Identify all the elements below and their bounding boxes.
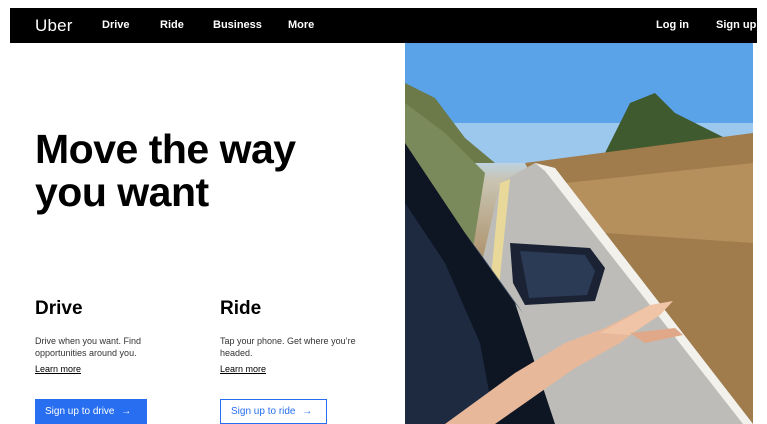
page: Uber Drive Ride Business More Log in Sig… <box>0 0 767 424</box>
hero-title-line-2: you want <box>35 169 209 215</box>
drive-heading: Drive <box>35 298 83 319</box>
arrow-right-icon: → <box>302 406 313 417</box>
nav-link-business[interactable]: Business <box>213 19 262 31</box>
signup-link[interactable]: Sign up <box>716 19 756 31</box>
drive-learn-more-link[interactable]: Learn more <box>35 363 81 375</box>
ride-heading: Ride <box>220 298 262 319</box>
sign-up-to-drive-button[interactable]: Sign up to drive → <box>35 399 147 424</box>
ride-description: Tap your phone. Get where you’re headed. <box>220 336 356 358</box>
hero-title: Move the way you want <box>35 128 365 214</box>
drive-description: Drive when you want. Find opportunities … <box>35 336 142 358</box>
arrow-right-icon: → <box>121 406 132 417</box>
nav-link-more[interactable]: More <box>288 19 314 31</box>
nav-link-ride[interactable]: Ride <box>160 19 184 31</box>
nav-link-drive[interactable]: Drive <box>102 19 130 31</box>
road-trip-illustration <box>405 43 753 424</box>
hero-title-line-1: Move the way <box>35 126 296 172</box>
top-nav: Uber Drive Ride Business More Log in Sig… <box>10 8 757 43</box>
sign-up-to-ride-button[interactable]: Sign up to ride → <box>220 399 327 424</box>
hero-photo <box>405 43 753 424</box>
drive-section: Drive Drive when you want. Find opportun… <box>35 297 185 377</box>
login-link[interactable]: Log in <box>656 19 689 31</box>
ride-learn-more-link[interactable]: Learn more <box>220 363 266 375</box>
uber-logo[interactable]: Uber <box>35 16 73 36</box>
ride-section: Ride Tap your phone. Get where you’re he… <box>220 297 370 377</box>
sign-up-to-ride-label: Sign up to ride <box>231 406 296 417</box>
sign-up-to-drive-label: Sign up to drive <box>45 406 115 417</box>
